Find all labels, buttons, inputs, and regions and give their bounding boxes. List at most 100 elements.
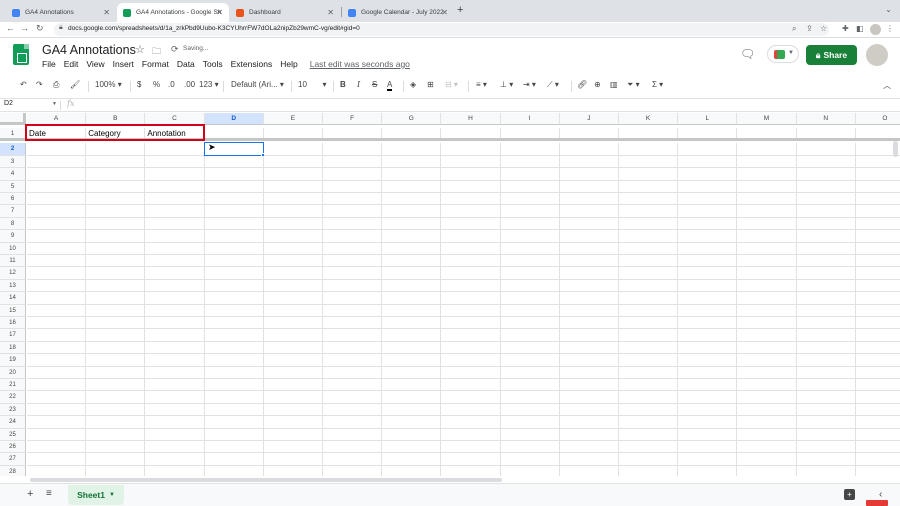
cell-j17[interactable] (559, 329, 619, 342)
cell-g5[interactable] (382, 180, 442, 193)
cell-b13[interactable] (86, 279, 146, 293)
row-header-26[interactable]: 26 (0, 441, 26, 454)
cell-i24[interactable] (500, 416, 560, 429)
cell-m3[interactable] (737, 155, 797, 169)
row-header-2[interactable]: 2 (0, 143, 26, 156)
cell-d4[interactable] (204, 168, 264, 181)
cell-b27[interactable] (86, 453, 146, 466)
all-sheets-menu-icon[interactable]: ≡ (46, 488, 52, 499)
cell-f24[interactable] (323, 416, 383, 429)
cell-m2[interactable] (737, 143, 797, 156)
text-color-button[interactable]: A (387, 80, 393, 91)
cell-j11[interactable] (559, 255, 619, 268)
cell-j22[interactable] (559, 391, 619, 404)
cell-h24[interactable] (441, 416, 501, 429)
bookmark-star-icon[interactable]: ☆ (820, 24, 827, 33)
cell-j25[interactable] (559, 428, 619, 441)
cell-e19[interactable] (263, 354, 323, 367)
text-wrapping-icon[interactable]: ⇥ ▾ (523, 80, 536, 89)
cell-m26[interactable] (737, 441, 797, 454)
column-header-i[interactable]: I (500, 113, 560, 125)
cell-b12[interactable] (86, 267, 146, 280)
row-header-16[interactable]: 16 (0, 317, 26, 330)
cell-l15[interactable] (678, 304, 738, 317)
cell-c15[interactable] (145, 304, 205, 317)
cell-k9[interactable] (619, 230, 679, 243)
cell-f10[interactable] (323, 242, 383, 255)
column-header-m[interactable]: M (737, 113, 797, 125)
cell-n4[interactable] (796, 168, 856, 181)
cell-i19[interactable] (500, 354, 560, 367)
cell-b5[interactable] (86, 180, 146, 193)
cell-e22[interactable] (263, 391, 323, 404)
cell-l20[interactable] (678, 366, 738, 379)
cell-g8[interactable] (382, 217, 442, 231)
cell-d17[interactable] (204, 329, 264, 342)
cell-l18[interactable] (678, 341, 738, 355)
cell-g17[interactable] (382, 329, 442, 342)
select-all-corner[interactable] (0, 113, 26, 125)
cell-e11[interactable] (263, 255, 323, 268)
new-tab-icon[interactable]: + (457, 4, 463, 16)
font-family-select[interactable]: Default (Ari... ▾ (231, 80, 284, 89)
cell-l4[interactable] (678, 168, 738, 181)
reload-icon[interactable]: ↻ (36, 23, 44, 34)
row-header-13[interactable]: 13 (0, 279, 26, 293)
cell-b2[interactable] (86, 143, 146, 156)
cell-f13[interactable] (323, 279, 383, 293)
row-header-9[interactable]: 9 (0, 230, 26, 243)
cell-h14[interactable] (441, 292, 501, 305)
cell-b4[interactable] (86, 168, 146, 181)
cell-b10[interactable] (86, 242, 146, 255)
browser-tab-ga4-annotations[interactable]: GA4 Annotations ✕ (6, 3, 116, 22)
cell-l26[interactable] (678, 441, 738, 454)
cell-c5[interactable] (145, 180, 205, 193)
menu-help[interactable]: Help (280, 59, 297, 69)
cell-j8[interactable] (559, 217, 619, 231)
cell-j12[interactable] (559, 267, 619, 280)
cell-o15[interactable] (855, 305, 900, 317)
cell-e7[interactable] (263, 205, 323, 218)
share-button[interactable]: 🔒︎ Share (806, 45, 857, 65)
cell-g4[interactable] (382, 168, 442, 181)
cell-f14[interactable] (323, 292, 383, 305)
cell-n23[interactable] (796, 403, 856, 417)
cell-n12[interactable] (796, 267, 856, 280)
cell-h3[interactable] (441, 155, 501, 169)
cell-o11[interactable] (855, 255, 900, 268)
name-box[interactable]: D2 (4, 100, 13, 107)
cell-i14[interactable] (500, 292, 560, 305)
cell-a4[interactable] (27, 168, 87, 181)
cell-a23[interactable] (27, 403, 87, 417)
cell-i22[interactable] (500, 391, 560, 404)
strikethrough-button[interactable]: S (372, 80, 377, 89)
cell-e25[interactable] (263, 428, 323, 441)
cell-b16[interactable] (86, 317, 146, 330)
cell-c26[interactable] (145, 441, 205, 454)
cell-k3[interactable] (619, 155, 679, 169)
account-avatar[interactable] (866, 44, 888, 66)
cell-m4[interactable] (737, 168, 797, 181)
cell-d3[interactable] (204, 155, 264, 169)
row-header-21[interactable]: 21 (0, 379, 26, 392)
cell-g11[interactable] (382, 255, 442, 268)
side-panel-chevron-icon[interactable]: ‹ (879, 489, 882, 500)
column-header-g[interactable]: G (382, 113, 442, 125)
cell-g9[interactable] (382, 230, 442, 243)
cell-a16[interactable] (27, 317, 87, 330)
cell-m23[interactable] (737, 403, 797, 417)
cell-b26[interactable] (86, 441, 146, 454)
share-page-icon[interactable]: ⇪ (806, 24, 813, 33)
cell-c20[interactable] (145, 366, 205, 379)
cell-h27[interactable] (441, 453, 501, 466)
cell-a15[interactable] (27, 304, 87, 317)
cell-m22[interactable] (737, 391, 797, 404)
cell-h6[interactable] (441, 193, 501, 206)
cell-a25[interactable] (27, 428, 87, 441)
cell-m16[interactable] (737, 317, 797, 330)
cell-d19[interactable] (204, 354, 264, 367)
cell-d22[interactable] (204, 391, 264, 404)
cell-h20[interactable] (441, 366, 501, 379)
row-header-18[interactable]: 18 (0, 341, 26, 355)
cell-m24[interactable] (737, 416, 797, 429)
